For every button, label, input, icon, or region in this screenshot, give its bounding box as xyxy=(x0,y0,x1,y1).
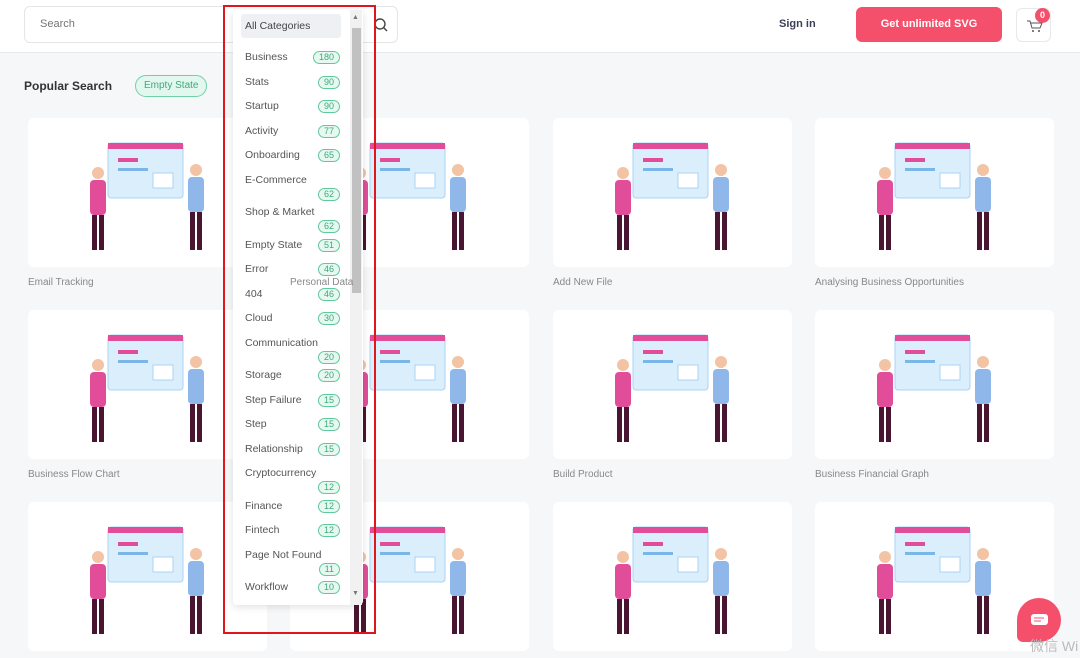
card-label[interactable]: Analysing Business Opportunities xyxy=(815,277,964,288)
popular-tag[interactable]: Empty State xyxy=(135,75,208,97)
illustration-image xyxy=(877,526,991,634)
illustration-card[interactable] xyxy=(815,118,1054,267)
illustration-image xyxy=(615,334,729,442)
illustration-image xyxy=(90,334,204,442)
illustration-image xyxy=(90,142,204,250)
illustration-card[interactable] xyxy=(815,310,1054,459)
get-unlimited-svg-button[interactable]: Get unlimited SVG xyxy=(856,7,1002,42)
search-input[interactable] xyxy=(40,18,220,30)
watermark: 微信 Wi xyxy=(1030,638,1079,654)
card-label[interactable]: Build Product xyxy=(553,469,612,480)
card-label[interactable]: Add New File xyxy=(553,277,612,288)
illustration-image xyxy=(877,142,991,250)
sign-in-link[interactable]: Sign in xyxy=(779,18,816,30)
card-label[interactable]: Business Financial Graph xyxy=(815,469,929,480)
illustration-card[interactable] xyxy=(553,310,792,459)
card-label[interactable]: Personal Data xyxy=(290,277,353,288)
card-label[interactable]: Business Flow Chart xyxy=(28,469,120,480)
illustration-image xyxy=(90,526,204,634)
popular-search-title: Popular Search xyxy=(24,79,113,93)
cart-count-badge: 0 xyxy=(1035,8,1050,23)
illustration-card[interactable] xyxy=(553,118,792,267)
card-label[interactable]: Email Tracking xyxy=(28,277,94,288)
header: Sign in Get unlimited SVG 0 xyxy=(0,0,1080,53)
illustration-image xyxy=(615,526,729,634)
illustration-image xyxy=(615,142,729,250)
illustration-card[interactable] xyxy=(553,502,792,651)
highlight-box xyxy=(223,5,376,634)
illustration-image xyxy=(877,334,991,442)
